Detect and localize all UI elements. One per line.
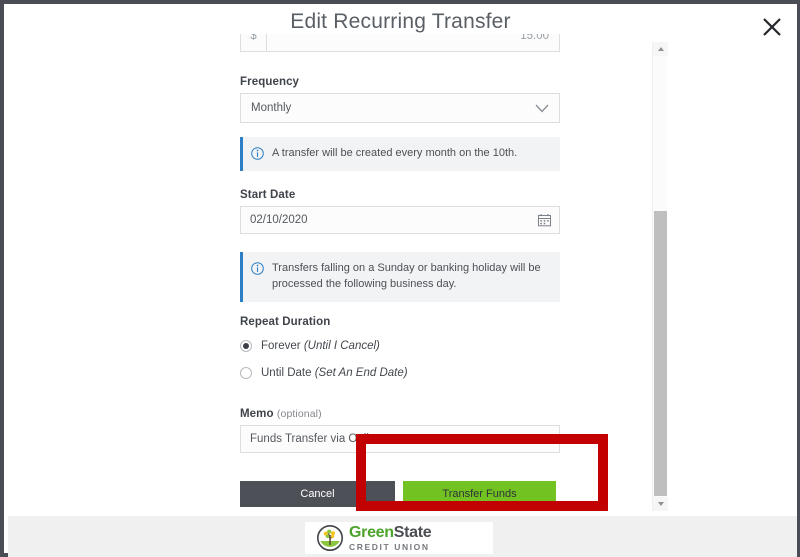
start-date-label: Start Date xyxy=(240,188,296,201)
modal-window: Edit Recurring Transfer $ 15.00 Frequenc… xyxy=(0,0,800,557)
frequency-value: Monthly xyxy=(251,102,292,114)
logo-name-green: Green xyxy=(349,523,394,541)
transfer-funds-button[interactable]: Transfer Funds xyxy=(403,480,556,507)
radio-until-date[interactable]: Until Date (Set An End Date) xyxy=(240,360,560,386)
frequency-info-text: A transfer will be created every month o… xyxy=(272,147,518,159)
info-circle-icon xyxy=(251,147,264,160)
logo-subtitle: CREDIT UNION xyxy=(349,541,430,552)
info-circle-icon xyxy=(251,262,264,275)
page-title: Edit Recurring Transfer xyxy=(290,10,511,33)
calendar-icon[interactable] xyxy=(538,213,551,227)
radio-until-date-mark xyxy=(240,366,252,379)
cancel-button[interactable]: Cancel xyxy=(240,480,395,507)
scroll-down-arrow-icon[interactable] xyxy=(653,497,668,511)
memo-value: Funds Transfer via Online xyxy=(250,432,382,445)
radio-forever-mark xyxy=(240,339,252,352)
holiday-info-banner: Transfers falling on a Sunday or banking… xyxy=(240,251,560,302)
radio-forever[interactable]: Forever (Until I Cancel) xyxy=(240,333,560,359)
radio-until-date-emphasis: (Set An End Date) xyxy=(314,366,408,379)
logo-wordmark: GreenState CREDIT UNION xyxy=(349,523,432,552)
greenstate-logo: GreenState CREDIT UNION xyxy=(305,522,493,554)
start-date-input[interactable]: 02/10/2020 xyxy=(240,205,560,234)
close-icon[interactable] xyxy=(757,12,787,42)
logo-name-state: State xyxy=(393,523,432,541)
frequency-info-banner: A transfer will be created every month o… xyxy=(240,137,560,171)
memo-label: Memo (optional) xyxy=(240,408,560,420)
scrollbar-thumb[interactable] xyxy=(654,211,667,496)
repeat-duration-label: Repeat Duration xyxy=(240,315,331,328)
start-date-value: 02/10/2020 xyxy=(250,213,308,226)
radio-forever-label: Forever xyxy=(261,339,304,352)
holiday-info-line2: the following business day. xyxy=(325,277,457,290)
radio-until-date-label: Until Date xyxy=(261,366,315,379)
tree-circle-logo-icon xyxy=(317,525,343,551)
transfer-form: Frequency Monthly A transfer will be cre… xyxy=(240,32,560,507)
frequency-select[interactable]: Monthly xyxy=(240,93,560,123)
radio-forever-emphasis: (Until I Cancel) xyxy=(303,339,380,352)
modal-scrollbar[interactable] xyxy=(652,42,668,511)
memo-input[interactable]: Funds Transfer via Online xyxy=(240,424,560,453)
scroll-up-arrow-icon[interactable] xyxy=(653,42,668,56)
form-actions: Cancel Transfer Funds xyxy=(240,480,560,507)
memo-optional-suffix: (optional) xyxy=(276,407,322,420)
holiday-info-text: Transfers falling on a Sunday or banking… xyxy=(272,261,550,293)
frequency-label: Frequency xyxy=(240,76,300,88)
memo-label-text: Memo xyxy=(240,407,277,420)
chevron-down-icon xyxy=(535,104,549,113)
